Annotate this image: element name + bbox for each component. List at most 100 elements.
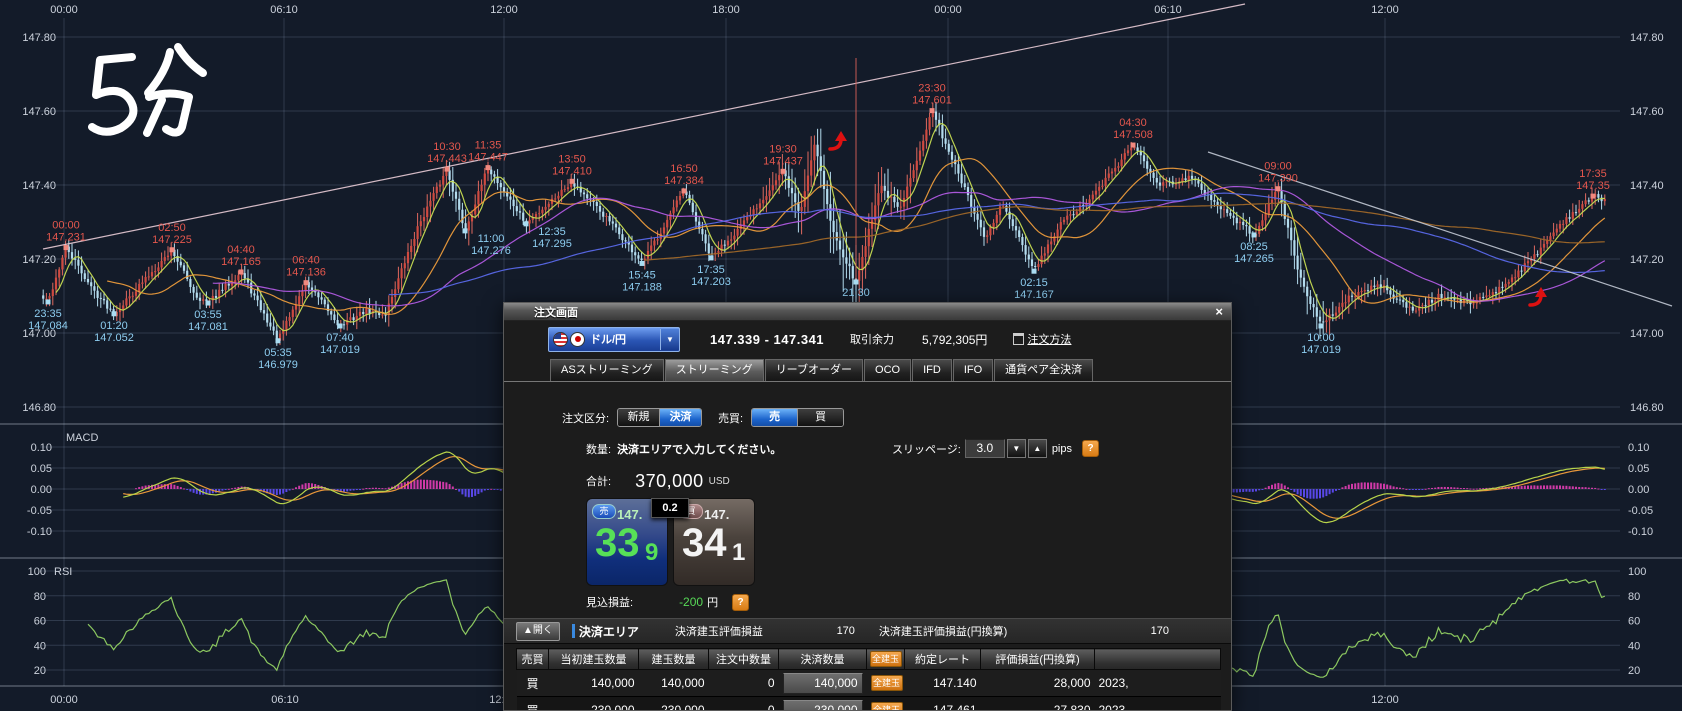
- dialog-title-bar[interactable]: 注文画面 ×: [504, 303, 1231, 321]
- tab-5[interactable]: IFO: [953, 359, 993, 381]
- side-buy-button[interactable]: 買: [797, 409, 843, 426]
- timeframe-annotation: [92, 47, 203, 133]
- svg-text:02:15: 02:15: [1020, 277, 1048, 289]
- settle-all-row-button[interactable]: 全建玉: [871, 702, 903, 711]
- tab-0[interactable]: ASストリーミング: [550, 359, 664, 381]
- order-dialog: 注文画面 × ドル/円 ▼ 147.339 - 147.341 取引余力 5,7…: [503, 302, 1232, 711]
- slippage-unit: pips: [1052, 443, 1072, 455]
- slippage-input[interactable]: 3.0: [965, 439, 1005, 458]
- svg-text:147.35: 147.35: [1576, 180, 1610, 192]
- close-icon[interactable]: ×: [1215, 305, 1223, 318]
- svg-text:147.265: 147.265: [1234, 253, 1274, 265]
- side-sell-button[interactable]: 売: [752, 409, 797, 426]
- svg-text:07:40: 07:40: [326, 332, 354, 344]
- col-header-2: 建玉数量: [639, 649, 709, 670]
- svg-text:00:00: 00:00: [934, 4, 962, 16]
- tab-2[interactable]: リーブオーダー: [765, 359, 863, 381]
- sell-price-pips: 9: [645, 539, 658, 567]
- svg-text:18:00: 18:00: [712, 4, 740, 16]
- svg-text:147.80: 147.80: [1630, 32, 1664, 44]
- svg-text:0.10: 0.10: [1628, 442, 1649, 454]
- expected-pl-value: -200: [679, 595, 703, 609]
- slippage-label: スリッページ:: [892, 441, 961, 457]
- svg-text:0.00: 0.00: [31, 484, 52, 496]
- bid-ask-quote: 147.339 - 147.341: [710, 332, 824, 347]
- svg-text:-0.05: -0.05: [27, 505, 52, 517]
- open-settle-area-button[interactable]: ▲開く: [516, 622, 560, 641]
- svg-text:60: 60: [34, 616, 46, 628]
- svg-text:80: 80: [34, 591, 46, 603]
- chevron-down-icon[interactable]: ▼: [660, 329, 679, 350]
- col-header-6: 評価損益(円換算): [981, 649, 1095, 670]
- svg-text:21:30: 21:30: [842, 287, 870, 299]
- cell-4: 140,000: [779, 670, 867, 697]
- cell-8: 2023,: [1095, 670, 1221, 697]
- quantity-row: 数量: 決済エリアで入力してください。 スリッページ: 3.0 ▼ ▲ pips…: [504, 439, 1231, 458]
- order-method-link[interactable]: 注文方法: [1013, 331, 1071, 347]
- svg-text:08:25: 08:25: [1240, 241, 1268, 253]
- svg-text:147.084: 147.084: [28, 320, 68, 332]
- sell-badge: 売: [592, 504, 616, 519]
- svg-text:147.384: 147.384: [664, 175, 704, 187]
- svg-text:04:30: 04:30: [1119, 117, 1147, 129]
- total-unit: USD: [709, 476, 730, 487]
- svg-text:147.188: 147.188: [622, 281, 662, 293]
- settle-all-button[interactable]: 全建玉: [870, 651, 902, 667]
- position-row: 買140,000140,0000140,000全建玉147.14028,0002…: [517, 670, 1221, 697]
- accent-bar: [572, 624, 575, 638]
- svg-text:147.00: 147.00: [1630, 328, 1664, 340]
- svg-text:147.60: 147.60: [1630, 106, 1664, 118]
- svg-text:16:50: 16:50: [670, 163, 698, 175]
- pl-help-button[interactable]: ?: [732, 594, 749, 611]
- svg-text:147.20: 147.20: [22, 254, 56, 266]
- slippage-help-button[interactable]: ?: [1082, 440, 1099, 457]
- svg-text:147.601: 147.601: [912, 95, 952, 107]
- spread-value: 0.2: [651, 498, 689, 518]
- dialog-title: 注文画面: [534, 304, 578, 320]
- cell-0: 買: [517, 697, 549, 711]
- tab-1[interactable]: ストリーミング: [665, 359, 764, 381]
- svg-text:02:50: 02:50: [158, 222, 186, 234]
- svg-text:147.40: 147.40: [22, 180, 56, 192]
- svg-text:00:00: 00:00: [50, 4, 78, 16]
- svg-text:11:35: 11:35: [475, 140, 502, 152]
- cell-3: 0: [709, 697, 779, 711]
- order-method-label: 注文方法: [1027, 331, 1071, 347]
- svg-text:04:40: 04:40: [227, 244, 255, 256]
- settle-pl-label: 決済建玉評価損益: [675, 623, 763, 639]
- svg-text:10:00: 10:00: [1307, 332, 1335, 344]
- table-header-row: 売買当初建玉数量建玉数量注文中数量決済数量全建玉約定レート評価損益(円換算): [517, 649, 1221, 670]
- tab-4[interactable]: IFD: [912, 359, 952, 381]
- svg-text:MACD: MACD: [66, 432, 98, 444]
- sell-price-major: 147.: [617, 507, 642, 522]
- trading-app: 147.80147.80147.60147.60147.40147.40147.…: [0, 0, 1682, 711]
- svg-text:80: 80: [1628, 591, 1640, 603]
- settle-amount-input[interactable]: 140,000: [783, 673, 863, 694]
- order-type-settle-button[interactable]: 決済: [659, 409, 701, 426]
- tab-3[interactable]: OCO: [864, 359, 911, 381]
- order-type-new-button[interactable]: 新規: [618, 409, 659, 426]
- svg-text:147.390: 147.390: [1258, 173, 1298, 185]
- svg-text:147.225: 147.225: [152, 234, 192, 246]
- svg-text:17:35: 17:35: [697, 264, 725, 276]
- side-group: 売 買: [751, 408, 844, 427]
- trendlines: [43, 4, 1672, 306]
- tab-6[interactable]: 通貨ペア全決済: [994, 359, 1093, 381]
- positions-table: 売買当初建玉数量建玉数量注文中数量決済数量全建玉約定レート評価損益(円換算) 買…: [516, 648, 1221, 711]
- currency-pair-select[interactable]: ドル/円 ▼: [548, 327, 680, 352]
- settle-all-row-button[interactable]: 全建玉: [871, 675, 903, 691]
- svg-text:23:30: 23:30: [918, 83, 946, 95]
- slippage-increase-icon[interactable]: ▲: [1028, 439, 1047, 458]
- col-header-date: [1095, 649, 1221, 670]
- cell-2: 140,000: [639, 670, 709, 697]
- settle-pl-jpy-value: 170: [1151, 625, 1169, 637]
- cell-2: 230,000: [639, 697, 709, 711]
- buy-price-pips: 1: [732, 539, 745, 567]
- side-label: 売買:: [718, 410, 743, 426]
- order-type-group: 新規 決済: [617, 408, 702, 427]
- svg-text:60: 60: [1628, 616, 1640, 628]
- settle-amount-input[interactable]: 230,000: [783, 700, 863, 711]
- slippage-decrease-icon[interactable]: ▼: [1007, 439, 1026, 458]
- svg-text:147.40: 147.40: [1630, 180, 1664, 192]
- cell-8: 2023,: [1095, 697, 1221, 711]
